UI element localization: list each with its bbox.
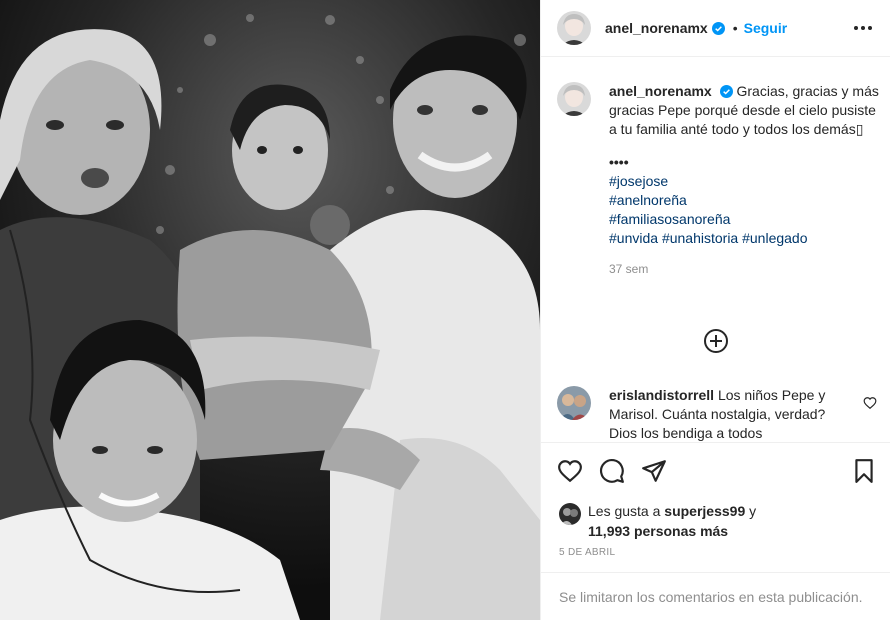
comment-item: erislandistorrell Los niños Pepe y Maris… xyxy=(557,386,877,442)
post-actions: Les gusta a superjess99 y 11,993 persona… xyxy=(541,442,890,572)
hashtag-link[interactable]: #unlegado xyxy=(742,230,807,246)
liker-username[interactable]: superjess99 xyxy=(664,503,745,519)
header-separator: • xyxy=(732,20,738,36)
family-photo xyxy=(0,0,540,620)
hashtag-link[interactable]: #familiasosanoreña xyxy=(609,210,881,229)
verified-badge-icon xyxy=(719,85,733,98)
post-details-panel: anel_norenamx • Seguir anel_norenamx Gra… xyxy=(540,0,890,620)
commenter-avatar[interactable] xyxy=(557,386,591,420)
hashtag-link[interactable]: #unahistoria xyxy=(662,230,738,246)
like-comment-heart-icon[interactable] xyxy=(863,396,877,410)
hashtag-link[interactable]: #josejose xyxy=(609,172,881,191)
save-bookmark-icon[interactable] xyxy=(851,458,877,484)
post-date[interactable]: 5 DE ABRIL xyxy=(559,547,615,558)
comments-section[interactable]: anel_norenamx Gracias, gracias y más gra… xyxy=(541,58,890,442)
author-username[interactable]: anel_norenamx xyxy=(605,20,708,36)
liker-avatar xyxy=(559,503,581,525)
caption-timestamp[interactable]: 37 sem xyxy=(609,260,881,279)
caption: anel_norenamx Gracias, gracias y más gra… xyxy=(557,82,881,279)
likes-prefix: Les gusta a xyxy=(588,503,661,519)
caption-dots: •••• xyxy=(609,154,629,170)
post-photo[interactable] xyxy=(0,0,540,620)
like-heart-icon[interactable] xyxy=(557,458,583,484)
hashtag-link[interactable]: #unvida xyxy=(609,230,658,246)
hashtag-link[interactable]: #anelnoreña xyxy=(609,191,881,210)
load-more-comments-icon[interactable] xyxy=(703,328,729,354)
comment-bubble-icon[interactable] xyxy=(599,458,625,484)
caption-username[interactable]: anel_norenamx xyxy=(609,83,712,99)
post-header: anel_norenamx • Seguir xyxy=(541,0,890,57)
share-paper-plane-icon[interactable] xyxy=(641,458,667,484)
caption-avatar[interactable] xyxy=(557,82,591,116)
commenter-username[interactable]: erislandistorrell xyxy=(609,387,714,403)
follow-button[interactable]: Seguir xyxy=(744,20,788,36)
comments-limited-notice: Se limitaron los comentarios en esta pub… xyxy=(541,572,890,620)
likes-summary[interactable]: Les gusta a superjess99 y 11,993 persona… xyxy=(559,501,756,541)
likes-conj: y xyxy=(749,503,757,519)
author-avatar[interactable] xyxy=(557,11,591,45)
more-options-icon[interactable] xyxy=(853,18,873,38)
likes-count[interactable]: 11,993 personas más xyxy=(588,523,728,539)
verified-badge-icon xyxy=(711,21,725,35)
